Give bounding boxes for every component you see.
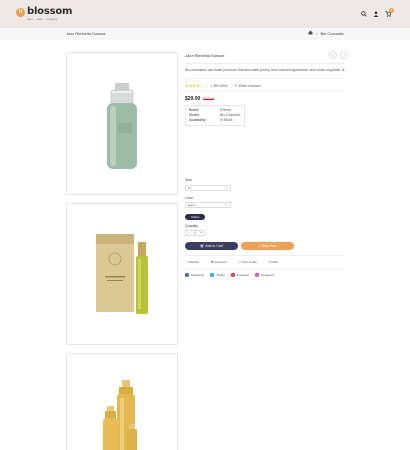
user-icon[interactable] xyxy=(372,10,380,18)
pinterest-icon: p xyxy=(231,273,236,277)
share-twitter[interactable]: t Twitter xyxy=(210,273,225,277)
twitter-label: Twitter xyxy=(216,273,226,277)
size-guide-label: Size Guide xyxy=(242,260,257,264)
breadcrumb-title: Jazz Rimbella Sunsoe xyxy=(66,31,106,36)
size-select[interactable]: M xyxy=(185,185,231,191)
logo-name: blossom xyxy=(27,6,73,17)
site-header: b blossom skin · care · surgery 0 xyxy=(0,0,410,28)
buy-now-label: Buy Now xyxy=(262,244,277,248)
divider xyxy=(185,91,345,92)
cart-count-badge: 0 xyxy=(389,8,394,13)
cart-icon: 🛒︎ xyxy=(200,244,205,248)
product-description: Bio-cosmetics are those products that ar… xyxy=(185,68,345,72)
divider xyxy=(185,255,345,256)
rating-stars: ★★★★☆ xyxy=(185,83,204,88)
perfume-box-image xyxy=(96,234,148,314)
next-product-button[interactable]: › xyxy=(340,51,348,59)
pencil-icon: ✎ xyxy=(234,83,238,88)
old-price: $42.00 xyxy=(203,97,215,101)
size-label: Size xyxy=(185,178,192,182)
product-image-2[interactable] xyxy=(66,203,178,345)
color-label: Color xyxy=(185,196,194,200)
serum-bottle-image xyxy=(107,83,137,169)
logo-tagline: skin · care · surgery xyxy=(27,17,58,21)
bolt-icon: ⚡︎ xyxy=(258,244,262,248)
breadcrumb-separator: › xyxy=(316,30,318,36)
spec-value: In Stock xyxy=(220,118,233,122)
logo[interactable]: b blossom skin · care · surgery xyxy=(16,6,72,21)
prev-product-button[interactable]: ‹ xyxy=(329,51,337,59)
product-title: Jazz Rimbella Sunsoe xyxy=(185,53,225,58)
product-image-1[interactable] xyxy=(66,52,178,195)
logo-mark: b xyxy=(16,8,25,17)
price: $29.00 xyxy=(185,96,201,102)
instagram-label: Instagram xyxy=(260,273,275,277)
add-to-cart-label: Add to Cart xyxy=(205,244,223,248)
quantity-label: Quantity xyxy=(185,224,199,228)
facebook-label: Facebook xyxy=(191,273,205,277)
buy-now-button[interactable]: ⚡︎ Buy Now xyxy=(241,242,294,250)
oil-bottles-image xyxy=(103,380,137,450)
divider xyxy=(185,268,345,269)
spec-table: Brand: Friberd Model: Bio Cosmetic Availab… xyxy=(185,105,245,126)
wishlist-link[interactable]: ♡ Wishlist xyxy=(185,260,205,264)
spec-key: Availability: xyxy=(189,118,207,122)
compare-label: Compare xyxy=(214,260,227,264)
twitter-icon: t xyxy=(210,273,215,277)
color-select[interactable]: green xyxy=(185,202,231,208)
product-image-3[interactable] xyxy=(66,353,178,450)
instagram-icon: ◎ xyxy=(254,273,259,277)
mail-label: Mail xyxy=(272,260,278,264)
review-count[interactable]: 1 REVIEW xyxy=(211,84,228,88)
color-swatch-button[interactable]: Yellow xyxy=(185,214,205,220)
quantity-stepper: − 1 + xyxy=(185,230,205,236)
pinterest-label: Pinterest xyxy=(237,273,249,277)
divider xyxy=(185,63,345,64)
divider xyxy=(185,78,345,79)
write-review-link[interactable]: Write a review xyxy=(238,84,260,88)
breadcrumb: Jazz Rimbella Sunsoe › Bio Cosmetic xyxy=(0,28,410,40)
mail-link[interactable]: ✉ Mail xyxy=(269,260,284,264)
facebook-icon: f xyxy=(185,273,189,277)
compare-link[interactable]: ⇄ Compare xyxy=(211,260,233,264)
share-instagram[interactable]: ◎ Instagram xyxy=(254,273,275,277)
qty-plus-button[interactable]: + xyxy=(198,231,204,235)
home-icon[interactable] xyxy=(308,30,313,36)
add-to-cart-button[interactable]: 🛒︎ Add to Cart xyxy=(185,242,238,250)
size-guide-link[interactable]: ▭ Size Guide xyxy=(239,260,263,264)
search-icon[interactable] xyxy=(360,10,368,18)
wishlist-label: Wishlist xyxy=(188,260,199,264)
share-facebook[interactable]: f Facebook xyxy=(185,273,204,277)
breadcrumb-current[interactable]: Bio Cosmetic xyxy=(320,31,344,36)
share-pinterest[interactable]: p Pinterest xyxy=(231,273,249,277)
